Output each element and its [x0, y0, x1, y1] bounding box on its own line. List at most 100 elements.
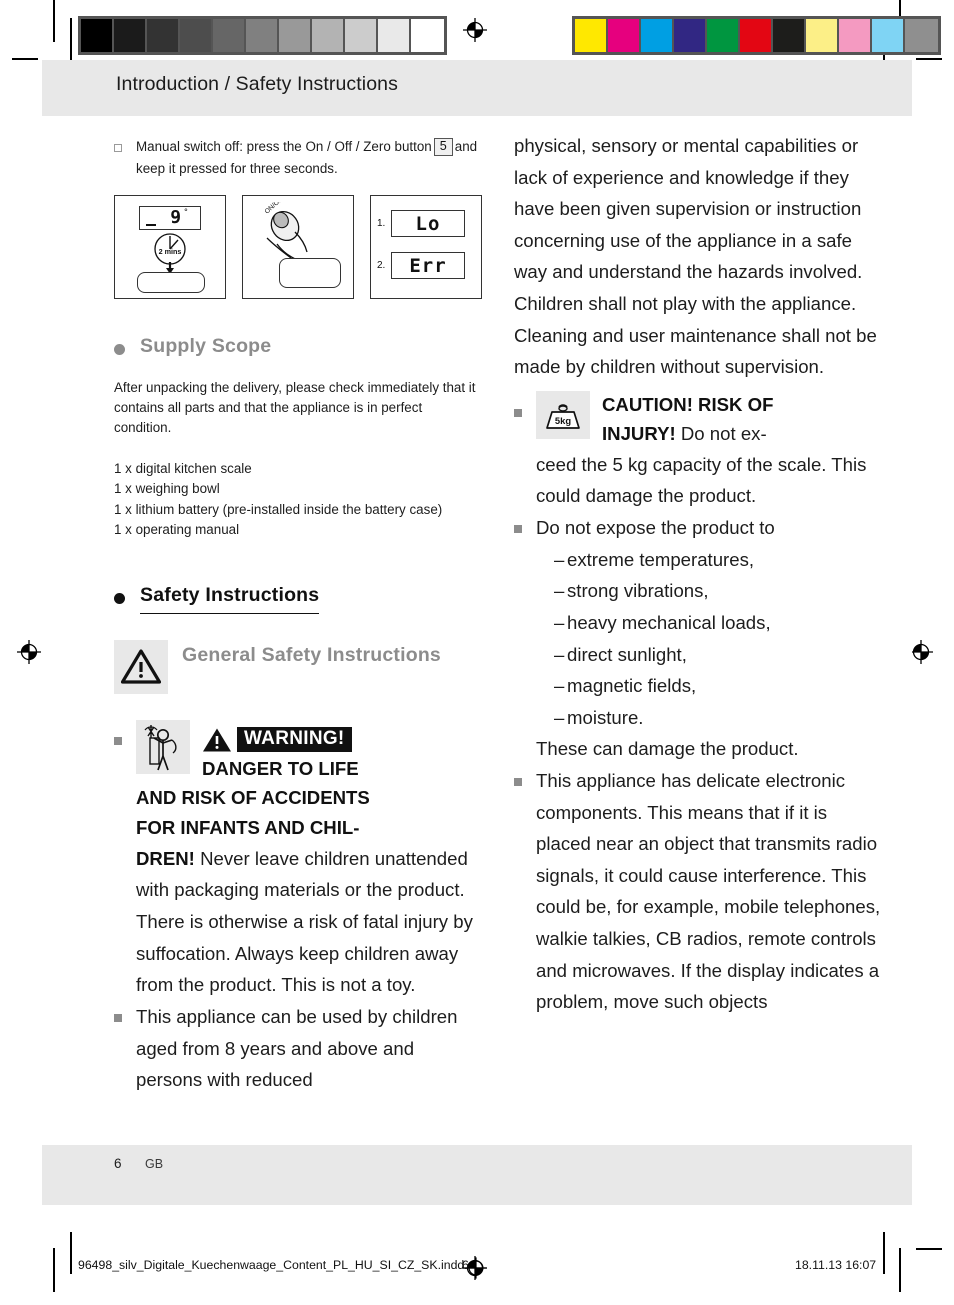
supply-scope-item: 1 x operating manual	[114, 521, 240, 537]
warning-triangle-icon	[203, 728, 231, 752]
danger-lead-line-4: DREN!	[136, 847, 195, 869]
hollow-square-bullet-icon	[114, 144, 122, 152]
do-not-expose-item: Do not expose the product to – extreme te…	[514, 512, 886, 765]
safety-instructions-heading-wrap: Safety Instructions	[140, 582, 320, 614]
color-swatch-8	[839, 19, 872, 52]
caution-risk-of-injury-item: 5kg CAUTION! RISK OF INJURY! Do not ex- …	[514, 390, 886, 512]
warning-bar: WARNING!	[202, 727, 352, 753]
do-not-expose-dash-list: – extreme temperatures, – strong vibration…	[554, 544, 886, 734]
lcd-dash-icon	[146, 224, 156, 227]
color-swatch-strip	[572, 16, 941, 55]
figure-row: 9 ° 2 mins ON/OFF 1. Lo 2. Err	[114, 195, 482, 300]
danger-lead-line-2: AND RISK OF ACCIDENTS	[136, 786, 370, 808]
warning-badge-row: WARNING! DANGER TO LIFE	[136, 719, 482, 783]
crop-mark-top-left-v2	[70, 18, 72, 60]
page-footer-band	[42, 1145, 912, 1205]
dash-list-item: – direct sunlight,	[554, 639, 886, 671]
svg-text:2 mins: 2 mins	[159, 247, 182, 256]
weight-icon-label: 5kg	[555, 415, 571, 426]
grayscale-swatch-strip	[78, 16, 447, 55]
caution-body: 5kg CAUTION! RISK OF INJURY! Do not ex- …	[536, 390, 886, 512]
page-language-code: GB	[145, 1157, 164, 1171]
general-safety-subheading-text: General Safety Instructions	[182, 643, 441, 666]
section-dot-icon	[114, 344, 125, 356]
grayscale-swatch-10	[411, 19, 444, 52]
left-column: Manual switch off: press the On / Off / …	[114, 136, 482, 1096]
caution-lead-line-2-row: INJURY! Do not ex-	[602, 419, 773, 449]
general-safety-subheading-row: General Safety Instructions	[114, 639, 482, 694]
grayscale-swatch-2	[147, 19, 180, 52]
timer-clock-icon: 2 mins	[154, 233, 186, 275]
imprint-timestamp: 18.11.13 16:07	[795, 1258, 877, 1272]
error-code-index-2: 2.	[377, 260, 386, 272]
page-number: 6	[114, 1156, 122, 1171]
safety-instructions-heading: Safety Instructions	[140, 582, 320, 614]
color-swatch-3	[674, 19, 707, 52]
grayscale-swatch-0	[81, 19, 114, 52]
auto-switch-off-figure: 9 ° 2 mins	[114, 195, 226, 300]
scale-body-outline	[137, 272, 205, 294]
registration-target-icon-left	[16, 639, 42, 665]
caution-lead-line-1: CAUTION! RISK OF	[602, 393, 774, 415]
dash-item-text: strong vibrations,	[567, 580, 709, 602]
warning-danger-body: WARNING! DANGER TO LIFE AND RISK OF ACCI…	[136, 719, 482, 1001]
dash-list-item: – strong vibrations,	[554, 575, 886, 607]
caution-body-start: Do not ex-	[680, 422, 767, 444]
color-swatch-9	[872, 19, 905, 52]
page-title: Introduction / Safety Instructions	[116, 73, 398, 95]
dash-icon: –	[554, 580, 565, 602]
manual-switch-off-item: Manual switch off: press the On / Off / …	[114, 136, 482, 179]
dash-icon: –	[554, 675, 565, 697]
caution-lead: CAUTION! RISK OF INJURY! Do not ex-	[602, 391, 773, 449]
do-not-expose-closing: These can damage the product.	[536, 738, 799, 760]
grayscale-swatch-5	[246, 19, 279, 52]
color-swatch-6	[773, 19, 806, 52]
crop-mark-bottom-left-v	[53, 1248, 55, 1292]
color-swatch-7	[806, 19, 839, 52]
dash-item-text: moisture.	[567, 706, 644, 728]
page-sheet: Introduction / Safety Instructions 6 GB …	[42, 60, 912, 1205]
grayscale-swatch-8	[345, 19, 378, 52]
crop-mark-top-left-v	[53, 0, 55, 42]
dash-icon: –	[554, 643, 565, 665]
dash-item-text: extreme temperatures,	[567, 548, 755, 570]
error-code-display-1: Lo	[391, 210, 465, 238]
lcd-value: 9	[170, 206, 183, 228]
error-code-display-2: Err	[391, 252, 465, 280]
warning-triangle-icon-box	[114, 639, 168, 694]
dash-icon: –	[554, 548, 565, 570]
error-code-text-2: Err	[409, 254, 447, 277]
dash-list-item: – magnetic fields,	[554, 670, 886, 702]
grayscale-swatch-1	[114, 19, 147, 52]
error-code-index-1: 1.	[377, 218, 386, 230]
square-bullet-icon	[514, 777, 522, 786]
crop-mark-top-left-h	[12, 58, 38, 60]
danger-body-text: Never leave children unattended with pac…	[136, 847, 473, 996]
crop-mark-bottom-left-v2	[70, 1232, 72, 1274]
dash-list-item: – extreme temperatures,	[554, 544, 886, 576]
danger-body-paragraph: DREN! Never leave children unattended wi…	[136, 843, 482, 1001]
crop-mark-bottom-right-h	[916, 1248, 942, 1250]
color-swatch-0	[575, 19, 608, 52]
warning-badge: WARNING! DANGER TO LIFE	[202, 720, 359, 783]
weight-5kg-icon-box: 5kg	[536, 390, 590, 439]
crop-mark-bottom-right-v2	[883, 1232, 885, 1274]
manual-switch-off-text: Manual switch off: press the On / Off / …	[136, 136, 482, 179]
error-codes-figure: 1. Lo 2. Err	[370, 195, 482, 300]
square-bullet-icon	[514, 525, 522, 534]
supply-scope-item: 1 x weighing bowl	[114, 481, 220, 497]
danger-lead-line-1: DANGER TO LIFE	[202, 758, 359, 780]
color-swatch-4	[707, 19, 740, 52]
delicate-electronics-body: This appliance has delicate electronic c…	[536, 769, 881, 1013]
error-code-text-1: Lo	[415, 212, 441, 235]
warning-danger-item: WARNING! DANGER TO LIFE AND RISK OF ACCI…	[114, 719, 482, 1001]
supply-scope-items: 1 x digital kitchen scale 1 x weighing b…	[114, 459, 482, 541]
supply-scope-heading: Supply Scope	[140, 335, 272, 358]
square-bullet-icon	[514, 408, 522, 417]
grayscale-swatch-7	[312, 19, 345, 52]
grayscale-swatch-4	[213, 19, 246, 52]
section-dot-icon	[114, 593, 125, 605]
grayscale-swatch-6	[279, 19, 312, 52]
dash-item-text: magnetic fields,	[567, 675, 697, 697]
grayscale-swatch-9	[378, 19, 411, 52]
